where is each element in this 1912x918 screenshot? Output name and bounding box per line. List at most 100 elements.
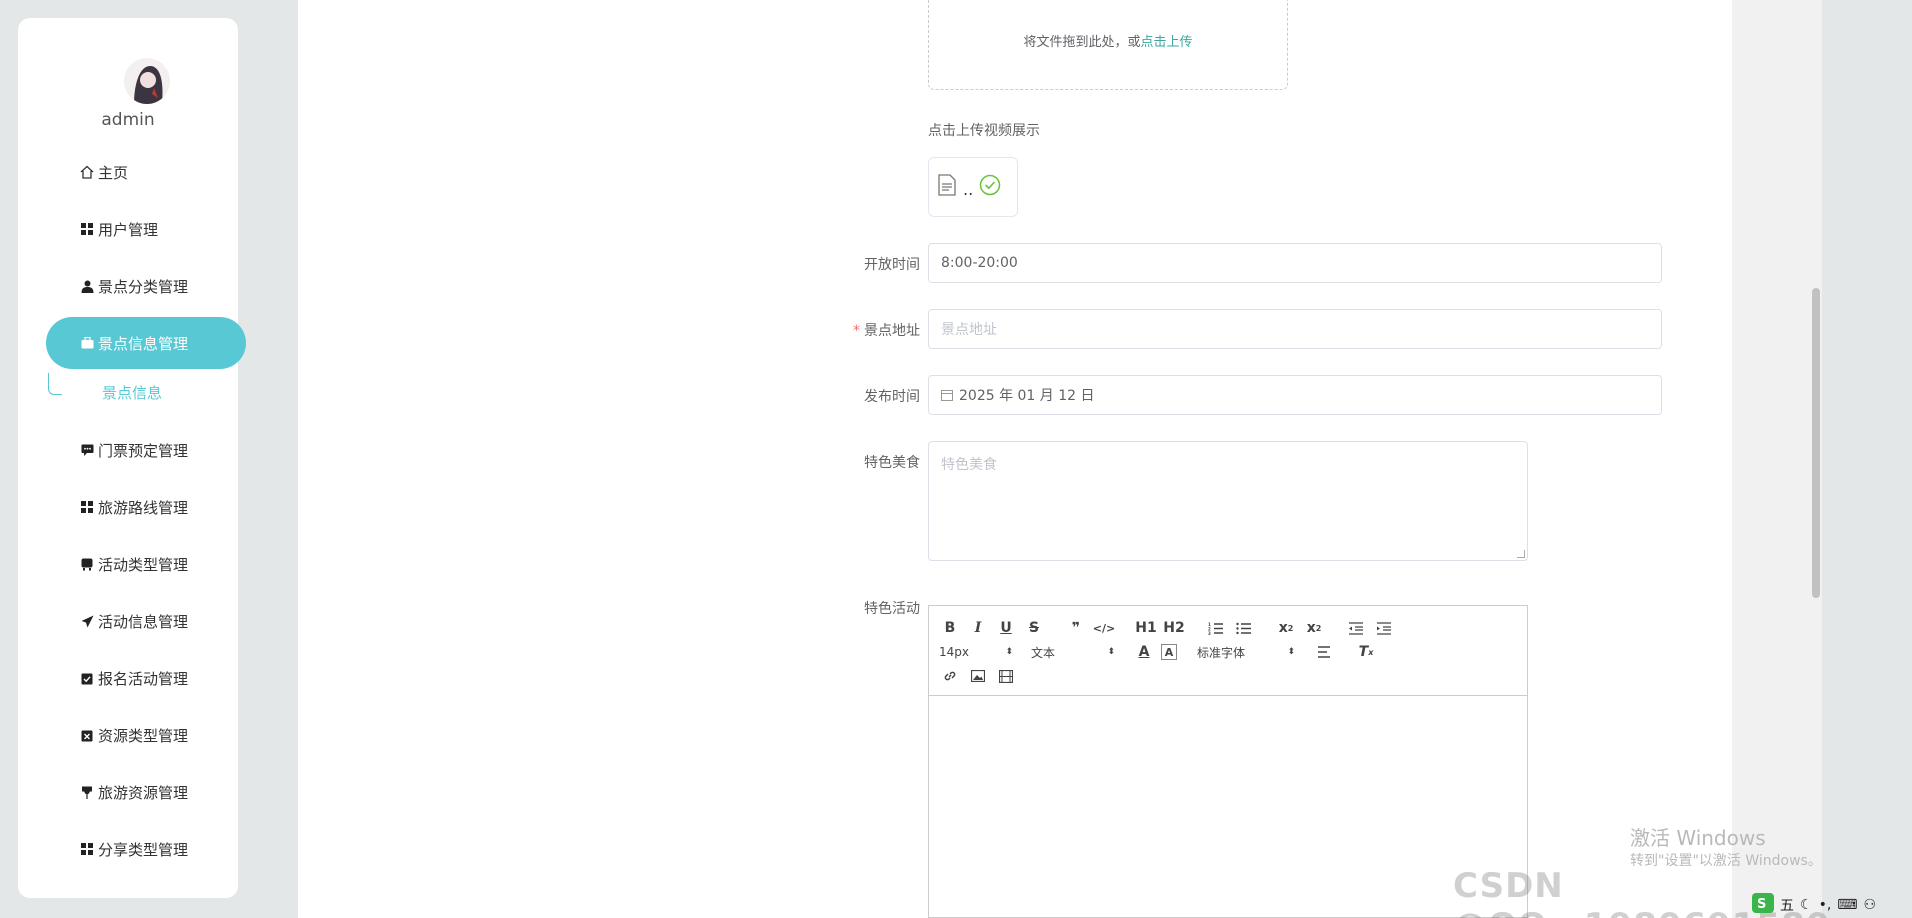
svg-text:3: 3 — [1208, 631, 1211, 635]
home-icon — [80, 165, 94, 179]
main-content: 将文件拖到此处，或 点击上传 点击上传视频展示 .. 开放时间 8:00-20:0… — [298, 0, 1822, 918]
nav-spot-category[interactable]: 景点分类管理 — [46, 260, 246, 312]
bus-icon — [80, 557, 94, 571]
nav-label: 活动信息管理 — [98, 612, 189, 631]
heading2-icon[interactable]: H2 — [1163, 618, 1185, 638]
punctuation-icon[interactable]: •, — [1819, 897, 1832, 913]
briefcase-icon — [80, 336, 94, 350]
nav-label: 报名活动管理 — [98, 669, 189, 688]
publish-time-label: 发布时间 — [864, 389, 920, 405]
uploaded-file-card[interactable]: .. — [928, 157, 1018, 217]
font-color-icon[interactable]: A — [1133, 642, 1155, 662]
grid-icon — [80, 500, 94, 514]
select-arrow-icon: ⬍ — [1287, 647, 1295, 657]
editor-content-area[interactable] — [929, 696, 1527, 918]
nav-travel-resource[interactable]: 旅游资源管理 — [46, 766, 246, 818]
blockquote-icon[interactable]: ❞ — [1065, 618, 1087, 638]
user-icon — [80, 279, 94, 293]
nav-spot-info[interactable]: 景点信息管理 — [46, 317, 246, 369]
underline-icon[interactable]: U — [995, 618, 1017, 638]
outdent-icon[interactable] — [1345, 618, 1367, 638]
moon-icon[interactable]: ☾ — [1800, 897, 1813, 913]
upload-link[interactable]: 点击上传 — [1141, 31, 1193, 50]
submenu-connector — [48, 373, 62, 395]
nav-travel-route[interactable]: 旅游路线管理 — [46, 481, 246, 533]
clear-format-icon[interactable]: Tx — [1355, 642, 1377, 662]
publish-date-picker[interactable]: 2025 年 01 月 12 日 — [928, 375, 1662, 415]
nav-label: 主页 — [98, 163, 129, 182]
italic-icon[interactable]: I — [967, 618, 989, 638]
strikethrough-icon[interactable]: S — [1023, 618, 1045, 638]
activity-label: 特色活动 — [864, 601, 920, 617]
publish-date-value: 2025 年 01 月 12 日 — [959, 388, 1095, 404]
image-icon[interactable] — [967, 666, 989, 686]
ime-mode[interactable]: 五 — [1780, 895, 1794, 915]
link-icon[interactable] — [939, 666, 961, 686]
font-size-select[interactable]: 14px ⬍ — [939, 645, 1013, 659]
ordered-list-icon[interactable]: 123 — [1205, 618, 1227, 638]
windows-activation-title: 激活 Windows — [1630, 826, 1766, 850]
address-input[interactable]: 景点地址 — [928, 309, 1662, 349]
resize-handle[interactable] — [1517, 550, 1525, 558]
calendar-icon — [941, 389, 953, 401]
sidebar: admin 主页 用户管理 景点分类管理 景点信息管理 景点信息 门票预定管理 — [18, 18, 246, 898]
nav-signup-activity[interactable]: 报名活动管理 — [46, 652, 246, 704]
indent-icon[interactable] — [1373, 618, 1395, 638]
nav-label: 资源类型管理 — [98, 726, 189, 745]
block-format-select[interactable]: 文本 ⬍ — [1031, 644, 1115, 661]
required-mark: * — [853, 323, 860, 339]
nav-ticket-booking[interactable]: 门票预定管理 — [46, 424, 246, 476]
sub-item-spot-info[interactable]: 景点信息 — [102, 382, 162, 403]
block-format-value: 文本 — [1031, 645, 1056, 660]
background-color-icon[interactable]: A — [1161, 644, 1177, 660]
scrollbar-thumb[interactable] — [1812, 288, 1820, 598]
rich-text-editor: B I U S ❞ </> H1 H2 123 x2 x2 14px ⬍ 文本 … — [928, 605, 1528, 918]
nav-home[interactable]: 主页 — [46, 146, 246, 198]
video-icon[interactable] — [995, 666, 1017, 686]
document-icon — [937, 174, 957, 200]
avatar[interactable] — [124, 58, 170, 104]
nav-activity-type[interactable]: 活动类型管理 — [46, 538, 246, 590]
nav-user-management[interactable]: 用户管理 — [46, 203, 246, 255]
address-label: * 景点地址 — [780, 320, 920, 340]
align-icon[interactable] — [1313, 642, 1335, 662]
subscript-icon[interactable]: x2 — [1275, 618, 1297, 638]
grid-icon — [80, 842, 94, 856]
font-family-select[interactable]: 标准字体 ⬍ — [1197, 644, 1295, 661]
clipboard-x-icon — [80, 728, 94, 742]
bold-icon[interactable]: B — [939, 618, 961, 638]
nav-resource-type[interactable]: 资源类型管理 — [46, 709, 246, 761]
nav-activity-info[interactable]: 活动信息管理 — [46, 595, 246, 647]
bullet-list-icon[interactable] — [1233, 618, 1255, 638]
nav-share-type[interactable]: 分享类型管理 — [46, 823, 246, 875]
nav-label: 分享类型管理 — [98, 840, 189, 859]
font-family-value: 标准字体 — [1197, 645, 1246, 660]
upload-hint: 将文件拖到此处，或 — [1023, 34, 1141, 50]
nav-label: 旅游路线管理 — [98, 498, 189, 517]
select-arrow-icon: ⬍ — [1005, 647, 1013, 657]
open-time-label: 开放时间 — [864, 257, 920, 273]
file-name: .. — [963, 179, 974, 199]
sogou-icon[interactable]: S — [1752, 893, 1774, 917]
check-circle-icon — [979, 174, 1001, 200]
food-textarea[interactable]: 特色美食 — [928, 441, 1528, 561]
superscript-icon[interactable]: x2 — [1303, 618, 1325, 638]
vertical-scrollbar[interactable] — [1732, 0, 1822, 918]
address-label-text: 景点地址 — [864, 323, 920, 339]
nav-label: 用户管理 — [98, 220, 159, 239]
keyboard-icon[interactable]: ⌨ — [1837, 897, 1857, 913]
select-arrow-icon: ⬍ — [1107, 647, 1115, 657]
video-upload-label: 点击上传视频展示 — [928, 123, 1040, 139]
system-tray: S 五 ☾ •, ⌨ ⚇ — [1752, 892, 1912, 918]
code-block-icon[interactable]: </> — [1093, 618, 1115, 638]
send-icon — [80, 614, 94, 628]
food-placeholder: 特色美食 — [941, 457, 997, 473]
admin-name: admin — [101, 110, 155, 130]
nav-label: 景点分类管理 — [98, 277, 189, 296]
user-tray-icon[interactable]: ⚇ — [1864, 897, 1877, 913]
file-drop-zone[interactable]: 将文件拖到此处，或 点击上传 — [928, 0, 1288, 90]
open-time-input[interactable]: 8:00-20:00 — [928, 243, 1662, 283]
pushpin-icon — [80, 785, 94, 799]
heading1-icon[interactable]: H1 — [1135, 618, 1157, 638]
chat-icon — [80, 443, 94, 457]
